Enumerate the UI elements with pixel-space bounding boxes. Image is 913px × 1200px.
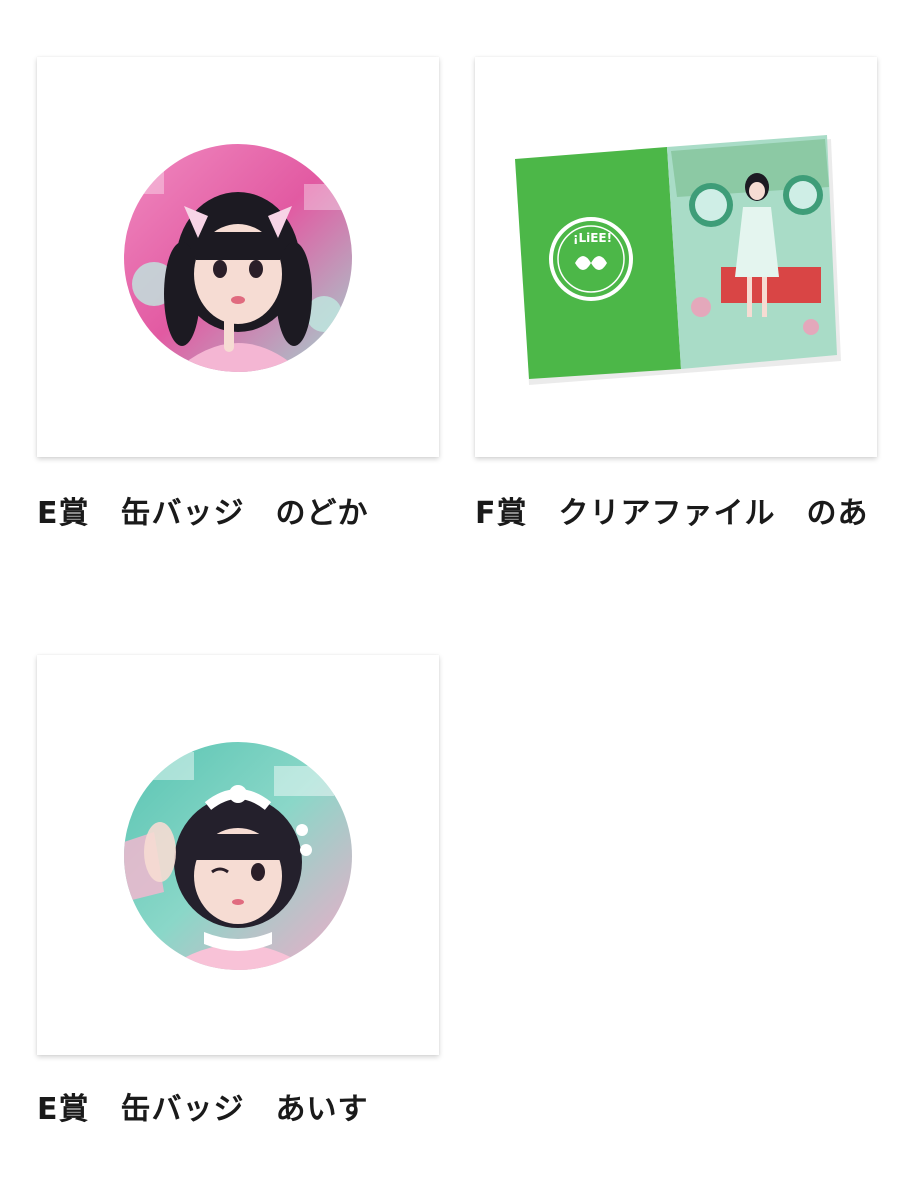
can-badge-image[interactable]: [124, 144, 352, 372]
can-badge-image[interactable]: [124, 742, 352, 970]
clear-file-logo-text: ¡LiEE!: [573, 231, 613, 245]
clear-file-image[interactable]: ¡LiEE!: [511, 127, 841, 391]
product-title[interactable]: F賞 クリアファイル のあ: [475, 487, 877, 541]
product-card-2[interactable]: ¡LiEE!: [475, 57, 877, 457]
product-card-3[interactable]: [37, 655, 439, 1055]
product-title[interactable]: E賞 缶バッジ あいす: [37, 1083, 439, 1137]
product-title[interactable]: E賞 缶バッジ のどか: [37, 487, 439, 541]
product-card-1[interactable]: [37, 57, 439, 457]
